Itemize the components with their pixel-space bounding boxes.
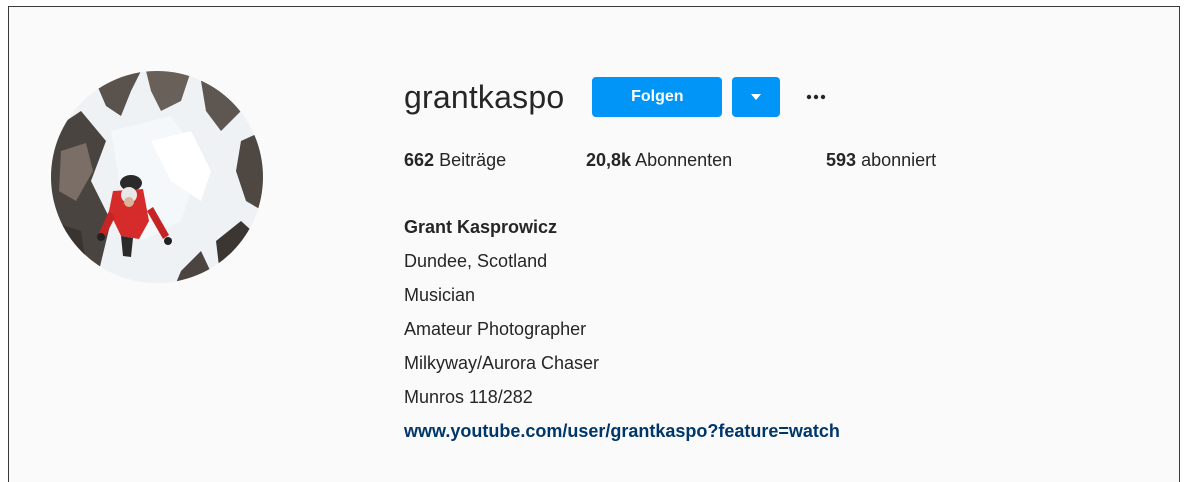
profile-header: grantkaspo Folgen 662 Beiträge 20,8k Abo…: [8, 6, 1180, 482]
profile-bio: Grant Kasprowicz Dundee, Scotland Musici…: [404, 210, 840, 448]
bio-line: Munros 118/282: [404, 387, 533, 407]
caret-down-icon: [751, 93, 762, 100]
more-dots-icon: [807, 94, 826, 100]
stat-posts: 662 Beiträge: [404, 150, 586, 171]
bio-line: Milkyway/Aurora Chaser: [404, 353, 600, 373]
username: grantkaspo: [404, 79, 565, 115]
follow-button[interactable]: Folgen: [592, 77, 723, 117]
followers-label: Abonnenten: [635, 150, 733, 170]
stat-following[interactable]: 593 abonniert: [826, 150, 936, 171]
profile-stats: 662 Beiträge 20,8k Abonnenten 593 abonni…: [404, 150, 936, 171]
bio-line: Dundee, Scotland: [404, 251, 548, 271]
bio-website-link[interactable]: www.youtube.com/user/grantkaspo?feature=…: [404, 414, 840, 448]
posts-label: Beiträge: [439, 150, 507, 170]
bio-line: Amateur Photographer: [404, 319, 587, 339]
followers-count: 20,8k: [586, 150, 632, 170]
bio-line: Musician: [404, 285, 476, 305]
avatar-photo: [51, 71, 263, 283]
following-label: abonniert: [861, 150, 937, 170]
username-row: grantkaspo Folgen: [404, 75, 830, 119]
following-count: 593: [826, 150, 857, 170]
posts-count: 662: [404, 150, 435, 170]
stat-followers[interactable]: 20,8k Abonnenten: [586, 150, 826, 171]
full-name: Grant Kasprowicz: [404, 217, 558, 237]
profile-avatar[interactable]: [51, 71, 263, 283]
more-options-button[interactable]: [802, 77, 830, 117]
suggestions-dropdown-button[interactable]: [732, 77, 781, 117]
